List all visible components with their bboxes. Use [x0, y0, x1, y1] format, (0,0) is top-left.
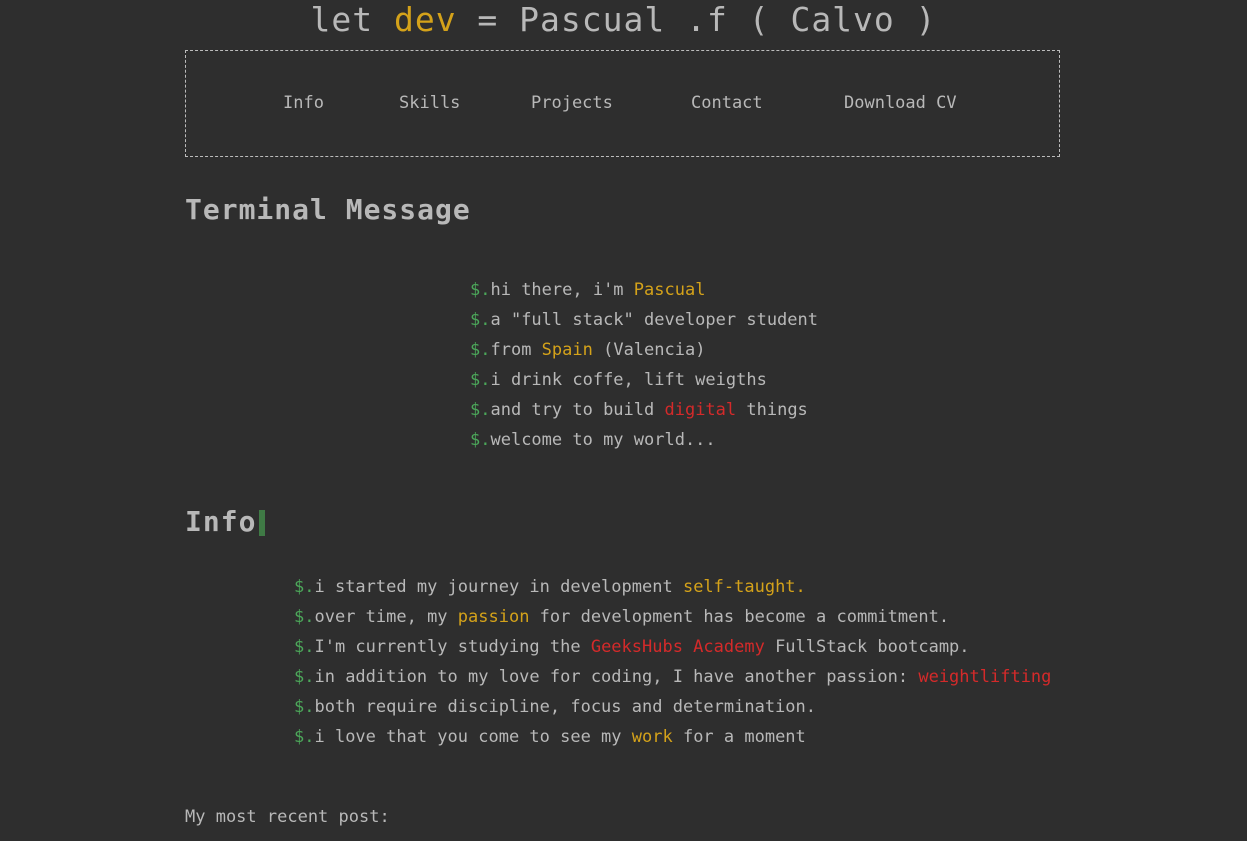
terminal-line-tail: things [736, 400, 808, 420]
info-line-text: i love that you come to see my [314, 727, 632, 747]
prompt-symbol: $. [294, 577, 315, 597]
site-title-prefix: let [310, 0, 394, 39]
info-heading-text: Info [185, 505, 257, 538]
info-line: $.i started my journey in development se… [294, 572, 1051, 602]
terminal-line-tail: (Valencia) [592, 340, 706, 360]
terminal-line: $.from Spain (Valencia) [470, 335, 818, 365]
terminal-line: $.i drink coffe, lift weigths [470, 365, 818, 395]
info-line-tail: for a moment [672, 727, 806, 747]
info-line-tail: for development has become a commitment. [529, 607, 950, 627]
info-line-tail: FullStack bootcamp. [764, 637, 970, 657]
prompt-symbol: $. [294, 667, 315, 687]
prompt-symbol: $. [470, 370, 491, 390]
terminal-message-heading: Terminal Message [185, 193, 471, 226]
info-line-highlight: GeeksHubs Academy [590, 637, 765, 657]
terminal-line: $.a "full stack" developer student [470, 305, 818, 335]
terminal-line-highlight: Pascual [633, 280, 706, 300]
blinking-cursor-icon [259, 510, 266, 536]
terminal-line-highlight: Spain [541, 340, 593, 360]
terminal-line-text: a "full stack" developer student [490, 310, 818, 330]
info-line-text: I'm currently studying the [314, 637, 591, 657]
info-line-text: over time, my [314, 607, 458, 627]
info-line: $.i love that you come to see my work fo… [294, 722, 1051, 752]
info-line-text: i started my journey in development [314, 577, 683, 597]
info-heading: Info [185, 505, 266, 539]
page: let dev = Pascual .f ( Calvo ) Info Skil… [0, 0, 1247, 841]
prompt-symbol: $. [470, 340, 491, 360]
nav-link-info[interactable]: Info [283, 93, 324, 113]
terminal-line-text: hi there, i'm [490, 280, 634, 300]
info-line-highlight: weightlifting [918, 667, 1052, 687]
info-line-highlight: work [631, 727, 673, 747]
terminal-message-block: $.hi there, i'm Pascual $.a "full stack"… [470, 275, 818, 455]
info-block: $.i started my journey in development se… [294, 572, 1051, 752]
info-line-highlight: passion [457, 607, 530, 627]
site-title: let dev = Pascual .f ( Calvo ) [0, 0, 1247, 40]
nav-link-skills[interactable]: Skills [399, 93, 460, 113]
terminal-line-text: i drink coffe, lift weigths [490, 370, 767, 390]
terminal-line-highlight: digital [664, 400, 737, 420]
info-line: $.I'm currently studying the GeeksHubs A… [294, 632, 1051, 662]
info-line: $.over time, my passion for development … [294, 602, 1051, 632]
terminal-line-text: welcome to my world... [490, 430, 716, 450]
info-line: $.both require discipline, focus and det… [294, 692, 1051, 722]
info-line-text: both require discipline, focus and deter… [314, 697, 816, 717]
prompt-symbol: $. [470, 280, 491, 300]
terminal-line: $.hi there, i'm Pascual [470, 275, 818, 305]
terminal-line-text: and try to build [490, 400, 665, 420]
nav-link-contact[interactable]: Contact [691, 93, 763, 113]
terminal-line: $.welcome to my world... [470, 425, 818, 455]
recent-post-label: My most recent post: [185, 807, 390, 827]
site-title-dev: dev [393, 0, 457, 39]
prompt-symbol: $. [294, 697, 315, 717]
main-nav: Info Skills Projects Contact Download CV [185, 50, 1060, 157]
info-line-highlight: self-taught. [682, 577, 806, 597]
info-line-text: in addition to my love for coding, I hav… [314, 667, 919, 687]
info-line: $.in addition to my love for coding, I h… [294, 662, 1051, 692]
nav-link-download-cv[interactable]: Download CV [844, 93, 957, 113]
prompt-symbol: $. [470, 400, 491, 420]
prompt-symbol: $. [294, 637, 315, 657]
prompt-symbol: $. [294, 727, 315, 747]
terminal-line-text: from [490, 340, 542, 360]
site-title-name: = Pascual .f ( Calvo ) [456, 0, 937, 39]
prompt-symbol: $. [470, 430, 491, 450]
prompt-symbol: $. [294, 607, 315, 627]
nav-link-projects[interactable]: Projects [531, 93, 613, 113]
terminal-line: $.and try to build digital things [470, 395, 818, 425]
prompt-symbol: $. [470, 310, 491, 330]
